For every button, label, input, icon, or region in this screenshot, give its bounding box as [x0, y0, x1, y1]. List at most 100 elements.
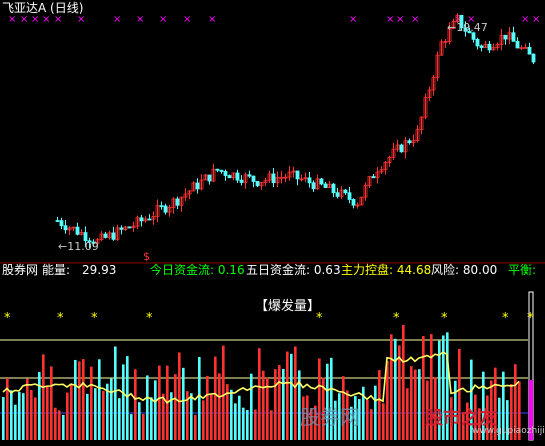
volume-bar: [206, 375, 209, 440]
candle-body: [59, 220, 64, 227]
indicator-info-bar: 股券网 能量: 29.93 今日资金流: 0.16 五日资金流: 0.63 主力…: [0, 263, 545, 278]
volume-bar: [254, 409, 257, 440]
burst-star-marker: *: [502, 311, 509, 326]
candle-body: [159, 205, 164, 208]
volume-bar: [390, 334, 393, 440]
candle-body: [111, 232, 116, 240]
volume-bar: [154, 380, 157, 440]
volume-bar: [126, 356, 129, 440]
volume-bar: [238, 395, 241, 440]
chart-title: 飞亚达A (日线): [2, 1, 84, 15]
candle-body: [195, 182, 200, 190]
signal-x-marker: ×: [208, 14, 216, 25]
candle-body: [343, 189, 348, 194]
candle-body: [323, 183, 328, 188]
volume-bar: [378, 370, 381, 440]
candle-body: [55, 220, 60, 222]
candle-body: [487, 43, 492, 51]
volume-bar: [162, 393, 165, 440]
volume-bar: [42, 354, 45, 440]
candle-body: [163, 205, 168, 213]
signal-x-marker: ×: [349, 14, 357, 25]
candle-body: [479, 45, 484, 48]
today-flow: 今日资金流: 0.16: [150, 263, 245, 277]
signal-x-marker: ×: [31, 14, 39, 25]
volume-bar: [294, 346, 297, 440]
volume-bar: [202, 400, 205, 440]
candle-body: [75, 226, 80, 235]
signal-x-marker: ×: [396, 14, 404, 25]
volume-bar: [366, 399, 369, 440]
volume-bar: [414, 369, 417, 440]
candle-body: [347, 192, 352, 200]
volume-bar: [214, 356, 217, 440]
volume-bar: [86, 393, 89, 440]
candle-body: [247, 174, 252, 177]
burst-star-marker: *: [393, 311, 400, 326]
candle-body: [351, 199, 356, 206]
signal-x-marker: ×: [136, 14, 144, 25]
signal-x-marker: ×: [113, 14, 121, 25]
candle-body: [335, 192, 340, 197]
candle-body: [255, 181, 260, 187]
volume-bar: [222, 345, 225, 440]
main-control: 主力控盘: 44.68: [341, 263, 432, 277]
signal-x-marker: ×: [411, 14, 419, 25]
volume-bar: [26, 378, 29, 440]
risk-value: 风险: 80.00: [431, 263, 498, 277]
volume-value: 29.93: [82, 263, 117, 277]
volume-bar: [30, 389, 33, 440]
candle-body: [331, 183, 336, 194]
candle-body: [407, 140, 412, 144]
volume-bar: [82, 359, 85, 440]
burst-star-marker: *: [441, 311, 448, 326]
volume-bar: [58, 410, 61, 440]
candle-body: [319, 178, 324, 185]
volume-bar: [6, 378, 9, 440]
volume-bar: [182, 367, 185, 440]
volume-bar: [22, 393, 25, 440]
volume-bar: [242, 407, 245, 440]
candle-body: [215, 168, 220, 171]
candle-body: [511, 32, 516, 42]
volume-bar: [78, 361, 81, 440]
volume-bar: [406, 388, 409, 440]
low-price-label: ←11.09: [58, 240, 99, 253]
volume-bar: [234, 403, 237, 440]
candle-body: [531, 53, 536, 63]
signal-x-marker: ×: [42, 14, 50, 25]
candle-body: [399, 144, 404, 153]
volume-bar: [146, 375, 149, 440]
burst-star-marker: *: [57, 311, 64, 326]
signal-x-marker: ×: [521, 14, 529, 25]
signal-x-marker: ×: [159, 14, 167, 25]
candle-body: [503, 34, 508, 40]
volume-bar: [98, 359, 101, 440]
volume-bar: [418, 369, 421, 440]
volume-bar: [46, 385, 49, 440]
signal-x-marker: ×: [532, 14, 540, 25]
volume-bar: [38, 371, 41, 440]
candle-body: [147, 218, 152, 221]
candle-body: [311, 182, 316, 190]
volume-bar: [174, 374, 177, 440]
candle-body: [63, 225, 68, 231]
volume-bar: [410, 366, 413, 440]
candle-body: [127, 226, 132, 229]
volume-panel-title: 【爆发量】: [255, 299, 321, 314]
volume-bar: [66, 392, 69, 440]
signal-dollar-marker: $: [143, 250, 150, 263]
volume-bar: [178, 352, 181, 440]
volume-bar: [402, 324, 405, 440]
candlestick-series: [55, 13, 536, 249]
volume-bar: [14, 404, 17, 440]
candle-body: [515, 40, 520, 49]
burst-star-marker: *: [146, 311, 153, 326]
candle-body: [139, 217, 144, 222]
volume-bar: [282, 368, 285, 440]
five-day-flow: 五日资金流: 0.63: [246, 263, 341, 277]
candle-body: [119, 227, 124, 230]
volume-bar: [2, 397, 5, 440]
volume-bar: [190, 393, 193, 440]
volume-bar: [74, 359, 77, 440]
